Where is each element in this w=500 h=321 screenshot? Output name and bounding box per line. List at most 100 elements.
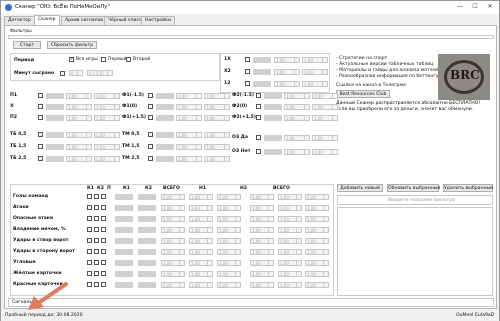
stats-row-checkbox[interactable] [101, 216, 106, 221]
delete-selected-filter-button[interactable]: Удалить выбранный [443, 184, 493, 192]
stats-row-input[interactable]: 1,00 [278, 205, 302, 211]
checkbox-oz-no[interactable] [256, 149, 261, 154]
stats-row-input[interactable]: 1,00 [217, 260, 241, 266]
min-odds-tm05[interactable]: 1,00 [176, 132, 202, 138]
checkbox-tm05[interactable] [148, 132, 153, 137]
stats-row-input[interactable]: 1,00 [161, 227, 185, 233]
stats-row-checkbox[interactable] [87, 227, 92, 232]
max-odds-f2-minus[interactable]: 1,00 [312, 93, 338, 99]
max-odds-f2-zero[interactable]: 1,00 [312, 104, 338, 110]
stats-row-checkbox[interactable] [87, 260, 92, 265]
filter-name-input[interactable]: Введите название фильтра [337, 195, 493, 205]
reset-filter-button[interactable]: Сбросить фильтр [47, 41, 97, 49]
start-button[interactable]: Старт [13, 41, 41, 49]
telegram-channel-button[interactable]: Best Resources Club [336, 90, 390, 98]
stats-row-input[interactable]: 1,00 [250, 271, 274, 277]
checkbox-f2-plus[interactable] [256, 115, 261, 120]
max-odds-12[interactable]: 1,00 [302, 81, 328, 87]
stats-row-input[interactable]: 1,00 [189, 216, 213, 222]
stats-row-checkbox[interactable] [94, 227, 99, 232]
stats-row-input[interactable]: 1,00 [305, 216, 329, 222]
minimize-button[interactable]: — [453, 2, 467, 12]
all-games-checkbox[interactable] [69, 56, 74, 62]
max-odds-tm05[interactable]: 1,00 [204, 132, 230, 138]
stats-row-checkbox[interactable] [87, 216, 92, 221]
first-half-checkbox[interactable] [101, 57, 106, 62]
max-odds-tb15[interactable]: 1,00 [94, 144, 120, 150]
max-odds-tm15[interactable]: 1,00 [204, 144, 230, 150]
stats-row-checkbox[interactable] [101, 271, 106, 276]
stats-row-input[interactable]: 1,00 [217, 205, 241, 211]
max-odds-x[interactable]: 1,00 [94, 104, 120, 110]
stats-row-input[interactable]: 1,00 [217, 216, 241, 222]
stats-row-input[interactable]: 1,00 [189, 238, 213, 244]
checkbox-oz-yes[interactable] [256, 135, 261, 140]
stats-row-checkbox[interactable] [87, 205, 92, 210]
stats-row-checkbox[interactable] [94, 282, 99, 287]
stats-row-input[interactable]: 1,00 [250, 238, 274, 244]
checkbox-p1[interactable] [38, 93, 43, 98]
checkbox-f2-zero[interactable] [256, 104, 261, 109]
stats-row-input[interactable]: 1,00 [189, 260, 213, 266]
stats-row-input[interactable]: 1,00 [250, 216, 274, 222]
stats-row-checkbox[interactable] [101, 238, 106, 243]
max-odds-f2-plus[interactable]: 1,00 [312, 115, 338, 121]
stats-row-input[interactable]: 1,00 [305, 194, 329, 200]
stats-row-checkbox[interactable] [101, 205, 106, 210]
second-half-checkbox[interactable] [126, 57, 131, 62]
stats-row-input[interactable]: 1,00 [161, 205, 185, 211]
stats-row-input[interactable]: 1,00 [189, 194, 213, 200]
checkbox-tb25[interactable] [38, 156, 43, 161]
stats-row-input[interactable]: 1,00 [250, 194, 274, 200]
stats-row-checkbox[interactable] [101, 249, 106, 254]
checkbox-f2-minus[interactable] [256, 93, 261, 98]
stats-row-input[interactable]: 1,00 [161, 249, 185, 255]
checkbox-tm25[interactable] [148, 156, 153, 161]
stats-row-input[interactable]: 1,00 [161, 260, 185, 266]
checkbox-f1-minus[interactable] [148, 93, 153, 98]
stats-row-input[interactable]: 1,00 [189, 271, 213, 277]
max-odds-tb25[interactable]: 1,00 [94, 156, 120, 162]
min-odds-1x[interactable]: 1,00 [274, 57, 300, 63]
stats-row-input[interactable]: 1,00 [161, 194, 185, 200]
max-odds-oz-yes[interactable]: 1,00 [312, 135, 338, 141]
stats-row-checkbox[interactable] [94, 249, 99, 254]
min-odds-p2[interactable]: 1,00 [66, 115, 92, 121]
stats-row-input[interactable]: 1,00 [278, 282, 302, 288]
stats-row-checkbox[interactable] [94, 194, 99, 199]
minutes-range-input[interactable]: 0 (-1.5) [87, 70, 113, 76]
checkbox-tb05[interactable] [38, 132, 43, 137]
stats-row-input[interactable]: 1,00 [217, 249, 241, 255]
stats-row-input[interactable]: 1,00 [278, 238, 302, 244]
max-odds-1x[interactable]: 1,00 [302, 57, 328, 63]
min-odds-oz-no[interactable]: 1,00 [284, 149, 310, 155]
max-odds-tm25[interactable]: 1,00 [204, 156, 230, 162]
stats-row-checkbox[interactable] [101, 227, 106, 232]
stats-row-input[interactable]: 1,00 [278, 271, 302, 277]
checkbox-tb15[interactable] [38, 144, 43, 149]
close-button[interactable]: ✕ [483, 2, 497, 12]
stats-row-checkbox[interactable] [101, 194, 106, 199]
stats-row-input[interactable]: 1,00 [278, 249, 302, 255]
checkbox-1x[interactable] [245, 57, 250, 62]
stats-row-checkbox[interactable] [94, 271, 99, 276]
stats-row-input[interactable]: 1,00 [305, 227, 329, 233]
max-odds-p1[interactable]: 1,00 [94, 93, 120, 99]
maximize-button[interactable]: ☐ [468, 2, 482, 12]
stats-row-input[interactable]: 1,00 [217, 194, 241, 200]
checkbox-12[interactable] [245, 81, 250, 86]
min-odds-f2-plus[interactable]: 1,00 [284, 115, 310, 121]
stats-row-input[interactable]: 1,00 [250, 260, 274, 266]
stats-row-checkbox[interactable] [87, 282, 92, 287]
stats-row-input[interactable]: 1,00 [217, 227, 241, 233]
checkbox-tm15[interactable] [148, 144, 153, 149]
minutes-played-input[interactable]: 0 [69, 70, 83, 76]
stats-row-checkbox[interactable] [87, 271, 92, 276]
checkbox-f1-plus[interactable] [148, 115, 153, 120]
stats-row-input[interactable]: 1,00 [305, 282, 329, 288]
stats-row-checkbox[interactable] [94, 216, 99, 221]
stats-row-input[interactable]: 1,00 [161, 238, 185, 244]
min-odds-f1-plus[interactable]: 1,00 [176, 115, 202, 121]
max-odds-f1-zero[interactable]: 1,00 [204, 104, 230, 110]
stats-row-input[interactable]: 1,00 [278, 216, 302, 222]
